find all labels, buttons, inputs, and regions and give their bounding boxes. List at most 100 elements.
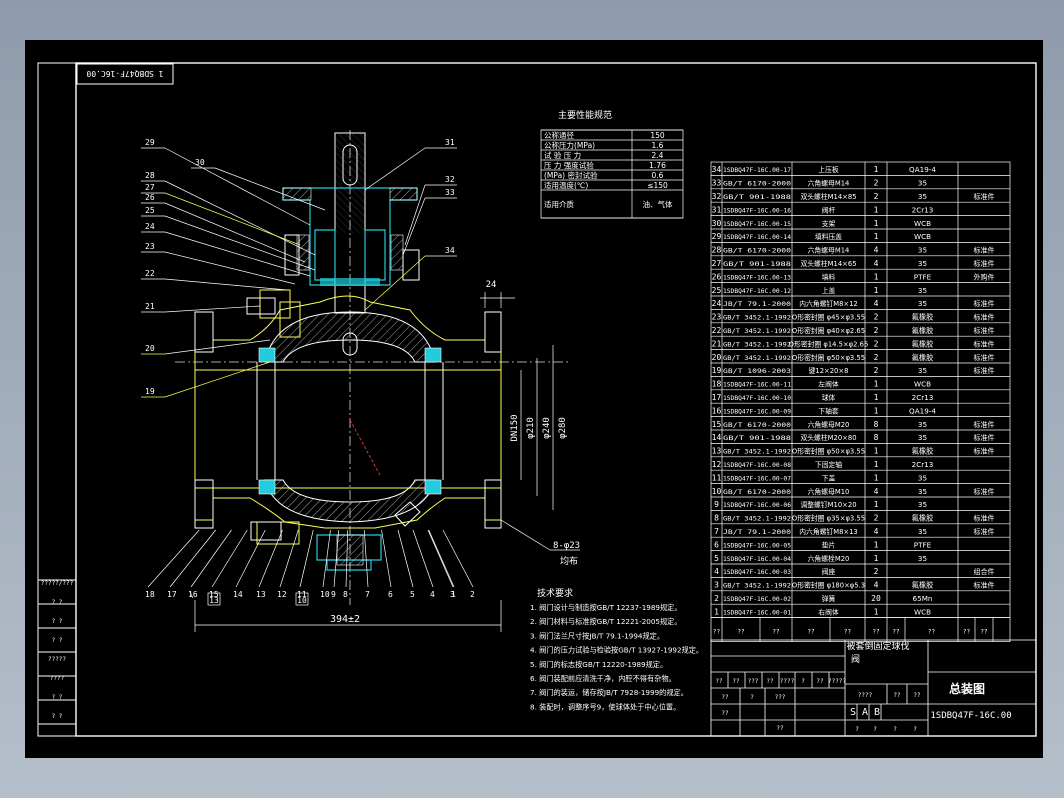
- callout-6: 6: [388, 590, 393, 599]
- perf-value: 0.6: [652, 171, 664, 180]
- bom-name: 下轴套: [818, 406, 839, 415]
- performance-title: 主要性能规范: [558, 109, 612, 121]
- callout-8: 8: [343, 590, 348, 599]
- bom-name: 六角螺母M14: [808, 179, 850, 188]
- callout-34: 34: [445, 246, 455, 255]
- callouts-bottom: 18 17 16 15 14 13 12 11 10 9 8 7 6 5 4 3 21: [145, 590, 475, 599]
- bom-no: 16: [712, 406, 722, 415]
- bom-remark: 标准件: [974, 527, 995, 536]
- bom-code: 1SDBQ47F-16C.00-06: [723, 502, 791, 509]
- callout-22: 22: [145, 269, 155, 278]
- bom-material: 氟橡胶: [912, 339, 934, 348]
- bom-no: 14: [712, 433, 722, 442]
- bom-qty: 1: [874, 500, 879, 509]
- tb-r1: ?: [801, 678, 805, 685]
- bom-name: O形密封圈 φ14.5×φ2.65: [789, 339, 869, 348]
- bom-code: GB/T 901-1988: [723, 194, 791, 201]
- svg-text:13: 13: [209, 596, 219, 605]
- dim-flange: 24: [486, 280, 497, 290]
- bom-qty: 1: [874, 460, 879, 469]
- bom-qty: 8: [874, 433, 879, 442]
- cad-viewport[interactable]: 1 SDBQ47F-16C.00 29 30 28 27 26 25 24 23…: [25, 40, 1043, 758]
- bom-header: ??: [807, 629, 815, 636]
- bom-material: 2Cr13: [912, 460, 934, 469]
- bom-qty: 1: [874, 380, 879, 389]
- bom-qty: 2: [874, 339, 879, 348]
- scale-mark-b: B: [874, 707, 880, 718]
- drawing-number: 1SDBQ47F-16C.00: [930, 711, 1011, 721]
- tech-item: 8. 装配时，调整序号9，使球体处于中心位置。: [530, 702, 680, 711]
- bom-no: 9: [714, 500, 719, 509]
- callout-1: 1: [451, 590, 456, 599]
- bom-code: GB/T 901-1988: [723, 435, 791, 442]
- left-strip-cell: ? ?: [52, 694, 63, 701]
- bom-name: O形密封圈 φ50×φ3.55: [792, 353, 865, 362]
- bom-name: O形密封圈 φ50×φ3.55: [792, 447, 865, 456]
- tech-item: 7. 阀门的装运，储存按JB/T 7928-1999的规定。: [530, 688, 688, 697]
- bom-material: 35: [918, 527, 927, 536]
- bom-no: 21: [712, 339, 722, 348]
- tech-title: 技术要求: [537, 587, 573, 599]
- bom-no: 19: [712, 366, 722, 375]
- bom-qty: 1: [874, 165, 879, 174]
- bom-name: 阀座: [822, 567, 836, 576]
- bom-name: 六角螺母M14: [808, 246, 850, 255]
- technical-requirements: 技术要求 1. 阀门设计与制造按GB/T 12237-1989规定。 2. 阀门材…: [530, 587, 703, 711]
- bom-header: ??: [737, 629, 745, 636]
- callout-27: 27: [145, 183, 155, 192]
- bom-name: 填料: [822, 272, 836, 281]
- bom-name: 双头螺柱M20×80: [800, 433, 856, 442]
- bom-qty: 4: [874, 527, 879, 536]
- tb-r3: ??: [913, 692, 921, 699]
- bom-code: JB/T 79.1-2000: [723, 301, 791, 308]
- callout-33: 33: [445, 188, 455, 197]
- bom-name: 上压板: [818, 165, 839, 174]
- perf-label: 试 验 压 力: [544, 150, 581, 160]
- bom-material: 氟橡胶: [912, 353, 934, 362]
- tech-item: 3. 阀门法兰尺寸按JB/T 79.1-1994规定。: [530, 631, 664, 640]
- bom-name: 阀杆: [822, 205, 836, 214]
- left-strip-cell: ?????/???: [41, 580, 74, 587]
- bom-remark: 标准件: [974, 366, 995, 375]
- bom-code: GB/T 1096-2003: [723, 368, 791, 375]
- tb-r3: ??: [893, 692, 901, 699]
- bom-name: O形密封圈 φ35×φ3.55: [792, 514, 865, 523]
- tb-r5: ?: [855, 726, 859, 733]
- tb-r1: ??: [715, 678, 723, 685]
- callouts-left: 29 30 28 2726 25 24 23 22 21 20 19: [145, 138, 205, 396]
- bom-code: GB/T 3452.1-1992: [723, 315, 791, 322]
- bom-remark: 标准件: [974, 353, 995, 362]
- callout-12: 12: [277, 590, 287, 599]
- callout-19: 19: [145, 387, 155, 396]
- tech-item: 6. 阀门装配前应清洗干净，内腔不得有杂物。: [530, 674, 676, 683]
- callout-23: 23: [145, 242, 155, 251]
- tb-r4: ??: [721, 710, 729, 717]
- tb-r1: ??: [732, 678, 740, 685]
- bom-material: 35: [918, 179, 927, 188]
- left-strip-cell: ? ?: [52, 713, 63, 720]
- bom-qty: 1: [874, 540, 879, 549]
- bom-qty: 1: [874, 219, 879, 228]
- perf-value: 1.6: [652, 141, 664, 150]
- bom-qty: 1: [874, 447, 879, 456]
- bom-qty: 1: [874, 205, 879, 214]
- bom-name: 下固定轴: [815, 460, 842, 469]
- callout-14: 14: [233, 590, 243, 599]
- bom-no: 32: [712, 192, 722, 201]
- bom-material: 65Mn: [913, 594, 933, 603]
- bom-code: 1SDBQ47F-16C.00-04: [723, 556, 791, 563]
- bom-remark: 标准件: [974, 313, 995, 322]
- bom-remark: 标准件: [974, 339, 995, 348]
- bom-code: 1SDBQ47F-16C.00-17: [723, 167, 791, 174]
- bom-remark: 标准件: [974, 326, 995, 335]
- bom-no: 28: [712, 246, 722, 255]
- tb-r1: ????: [780, 678, 795, 685]
- bom-material: 35: [918, 366, 927, 375]
- bom-material: QA19-4: [909, 165, 936, 174]
- bom-code: 1SDBQ47F-16C.00-15: [723, 221, 791, 228]
- callout-31: 31: [445, 138, 455, 147]
- left-strip-cell: ????: [50, 675, 65, 682]
- tb-r1: ??: [766, 678, 774, 685]
- bom-material: 氟橡胶: [912, 581, 934, 590]
- bom-material: 氟橡胶: [912, 447, 934, 456]
